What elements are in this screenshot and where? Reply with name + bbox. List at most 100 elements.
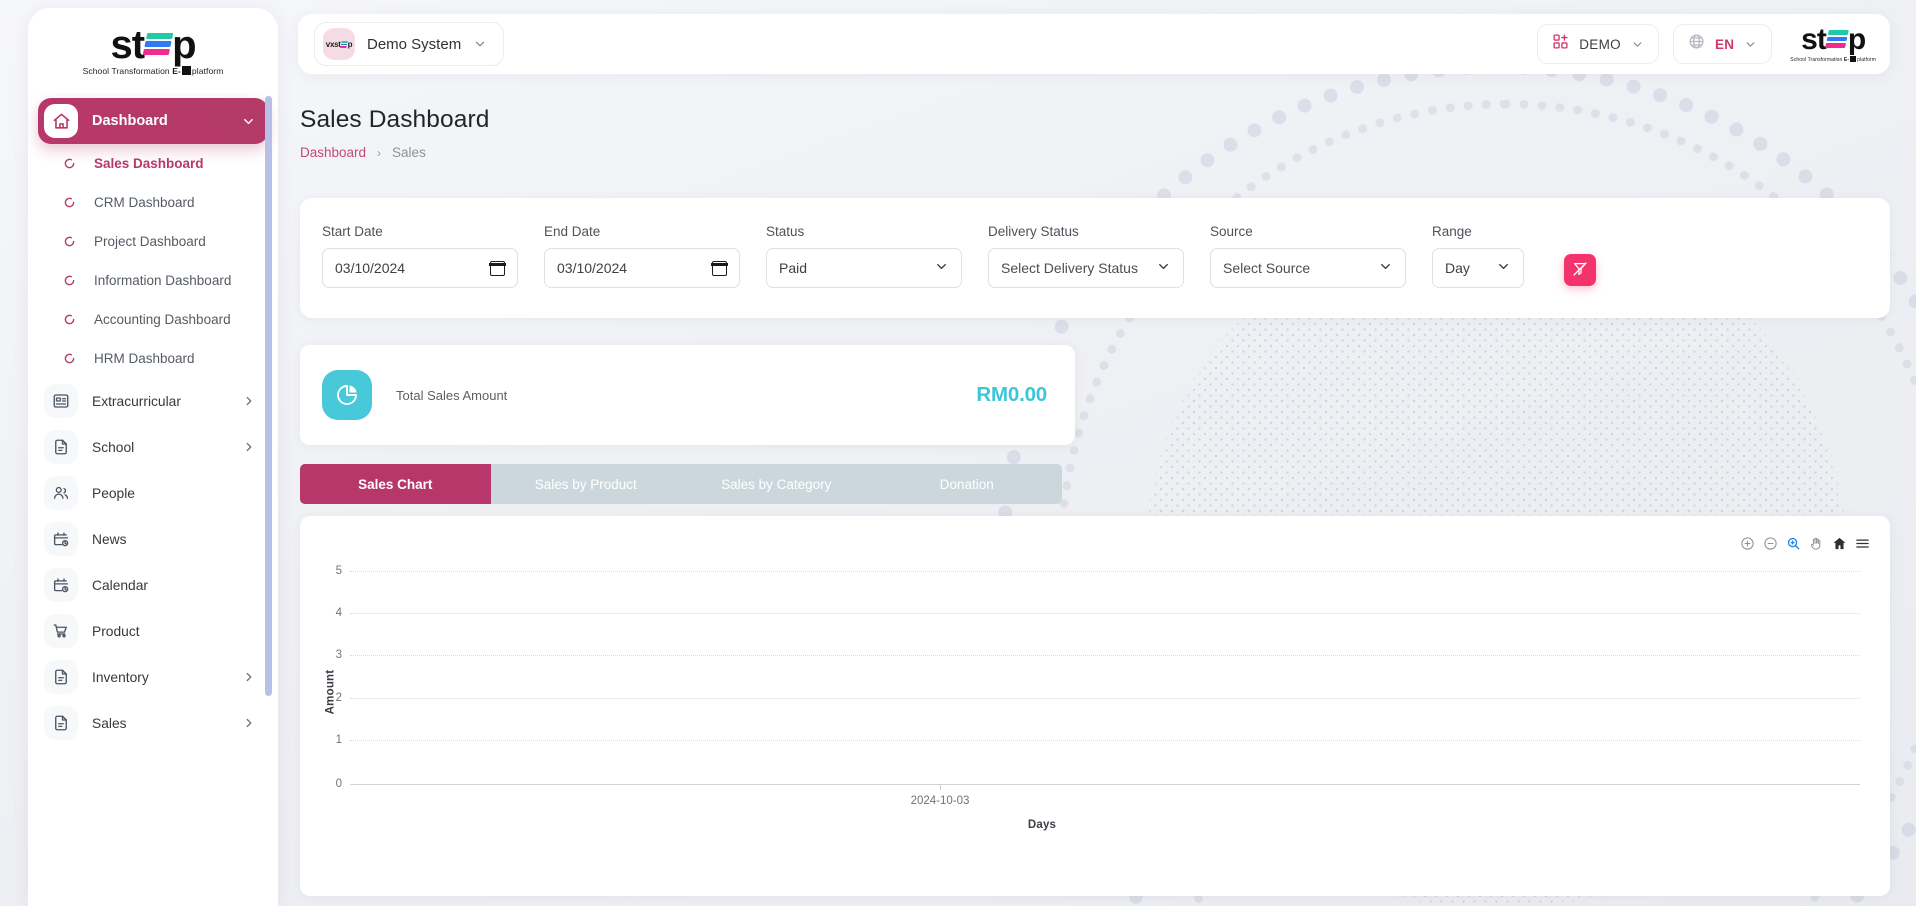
logo-tagline: School Transformation E-platform [1790, 56, 1876, 63]
delivery-status-select[interactable]: Select Delivery Status [988, 248, 1184, 288]
document-icon [44, 660, 78, 694]
topbar: vxst p Demo System DEMO EN st p School T… [298, 14, 1890, 74]
system-selector[interactable]: vxst p Demo System [314, 22, 505, 66]
sidebar-item-product[interactable]: Product [38, 608, 268, 654]
sidebar-item-extracurricular[interactable]: Extracurricular [38, 378, 268, 424]
range-value: Day [1445, 260, 1470, 276]
tab-sales-by-product[interactable]: Sales by Product [491, 464, 682, 504]
range-select[interactable]: Day [1432, 248, 1524, 288]
chevron-down-icon [1496, 259, 1511, 277]
system-avatar: vxst p [323, 28, 355, 60]
source-value: Select Source [1223, 260, 1311, 276]
breadcrumb: Dashboard › Sales [300, 145, 489, 160]
document-icon [44, 706, 78, 740]
sidebar-nav: Dashboard Sales Dashboard CRM Dashboard … [28, 92, 278, 906]
source-select[interactable]: Select Source [1210, 248, 1406, 288]
sidebar-item-label: Extracurricular [92, 393, 181, 409]
tab-label: Sales Chart [358, 476, 433, 492]
topbar-brand-logo: st p School Transformation E-platform [1786, 25, 1876, 63]
sidebar-item-label: Product [92, 623, 140, 639]
circle-dot-icon [64, 275, 78, 286]
filter-label: Source [1210, 224, 1253, 239]
sidebar-subitem-label: Sales Dashboard [94, 156, 204, 171]
calendar-clock-icon [44, 568, 78, 602]
calendar-icon[interactable] [711, 256, 728, 276]
chart-gridline [350, 571, 1860, 572]
breadcrumb-item-dashboard[interactable]: Dashboard [300, 145, 366, 160]
chart-gridline [350, 655, 1860, 656]
sidebar-item-information-dashboard[interactable]: Information Dashboard [28, 261, 278, 300]
filter-range: Range Day [1432, 224, 1524, 288]
chart-x-axis-line [350, 784, 1860, 785]
sidebar-item-inventory[interactable]: Inventory [38, 654, 268, 700]
chart-x-tick-mark [940, 784, 941, 790]
tab-sales-by-category[interactable]: Sales by Category [681, 464, 872, 504]
chart-y-tick: 0 [335, 778, 342, 790]
sales-chart-card: Amount 5 4 3 2 1 0 2024-10-03 Days [300, 516, 1890, 896]
sidebar-scrollbar[interactable] [265, 96, 272, 696]
logo-bars-icon [1824, 30, 1849, 48]
users-icon [44, 476, 78, 510]
list-box-icon [44, 384, 78, 418]
clear-filters-button[interactable] [1564, 254, 1596, 286]
page-header: Sales Dashboard Dashboard › Sales [300, 106, 489, 160]
chart-y-tick: 2 [335, 692, 342, 704]
demo-label: DEMO [1579, 36, 1621, 52]
sidebar-item-dashboard[interactable]: Dashboard [38, 98, 268, 144]
chevron-down-icon [1378, 259, 1393, 277]
circle-dot-icon [64, 236, 78, 247]
sidebar-item-people[interactable]: People [38, 470, 268, 516]
sidebar-subitem-label: Accounting Dashboard [94, 312, 231, 327]
system-name: Demo System [367, 35, 462, 53]
delivery-status-value: Select Delivery Status [1001, 260, 1138, 276]
status-value: Paid [779, 260, 808, 276]
demo-selector[interactable]: DEMO [1537, 24, 1659, 64]
sidebar-item-project-dashboard[interactable]: Project Dashboard [28, 222, 278, 261]
total-sales-label: Total Sales Amount [396, 387, 508, 403]
chart-y-tick: 4 [335, 607, 342, 619]
sidebar-item-hrm-dashboard[interactable]: HRM Dashboard [28, 339, 278, 378]
topbar-right-group: DEMO EN st p School Transformation E-pla… [1537, 24, 1876, 64]
breadcrumb-item-sales: Sales [392, 145, 426, 160]
filter-label: Status [766, 224, 805, 239]
chevron-right-icon [242, 394, 256, 408]
calendar-icon[interactable] [489, 256, 506, 276]
start-date-input[interactable]: 03/10/2024 [322, 248, 518, 288]
sidebar-item-label: People [92, 485, 135, 501]
sidebar-item-label: Calendar [92, 577, 148, 593]
tab-label: Donation [939, 476, 994, 492]
tab-sales-chart[interactable]: Sales Chart [300, 464, 491, 504]
sidebar-item-news[interactable]: News [38, 516, 268, 562]
chevron-down-icon [1744, 38, 1757, 51]
cart-icon [44, 614, 78, 648]
total-sales-card: Total Sales Amount RM0.00 [300, 345, 1075, 445]
sidebar-subitem-label: HRM Dashboard [94, 351, 195, 366]
sidebar-item-sales-dashboard[interactable]: Sales Dashboard [28, 144, 278, 183]
sidebar-item-accounting-dashboard[interactable]: Accounting Dashboard [28, 300, 278, 339]
document-icon [44, 430, 78, 464]
circle-dot-icon [64, 158, 78, 169]
chart-gridline [350, 740, 1860, 741]
sidebar-item-school[interactable]: School [38, 424, 268, 470]
circle-dot-icon [64, 353, 78, 364]
sidebar-item-sales[interactable]: Sales [38, 700, 268, 746]
filter-bar: Start Date 03/10/2024 End Date 03/10/202… [300, 198, 1890, 318]
sidebar-item-calendar[interactable]: Calendar [38, 562, 268, 608]
language-selector[interactable]: EN [1672, 24, 1773, 64]
filter-status: Status Paid [766, 224, 962, 288]
filter-label: Delivery Status [988, 224, 1079, 239]
tab-label: Sales by Category [721, 476, 832, 492]
tab-donation[interactable]: Donation [872, 464, 1063, 504]
sales-chart-plot[interactable]: Amount 5 4 3 2 1 0 2024-10-03 Days [300, 516, 1890, 896]
filter-label: Range [1432, 224, 1472, 239]
tab-label: Sales by Product [534, 476, 637, 492]
circle-dot-icon [64, 197, 78, 208]
status-select[interactable]: Paid [766, 248, 962, 288]
end-date-input[interactable]: 03/10/2024 [544, 248, 740, 288]
start-date-value: 03/10/2024 [335, 260, 406, 276]
filter-start-date: Start Date 03/10/2024 [322, 224, 518, 288]
sidebar-item-crm-dashboard[interactable]: CRM Dashboard [28, 183, 278, 222]
filter-label: Start Date [322, 224, 383, 239]
chevron-down-icon [934, 259, 949, 277]
chevron-right-icon [242, 716, 256, 730]
